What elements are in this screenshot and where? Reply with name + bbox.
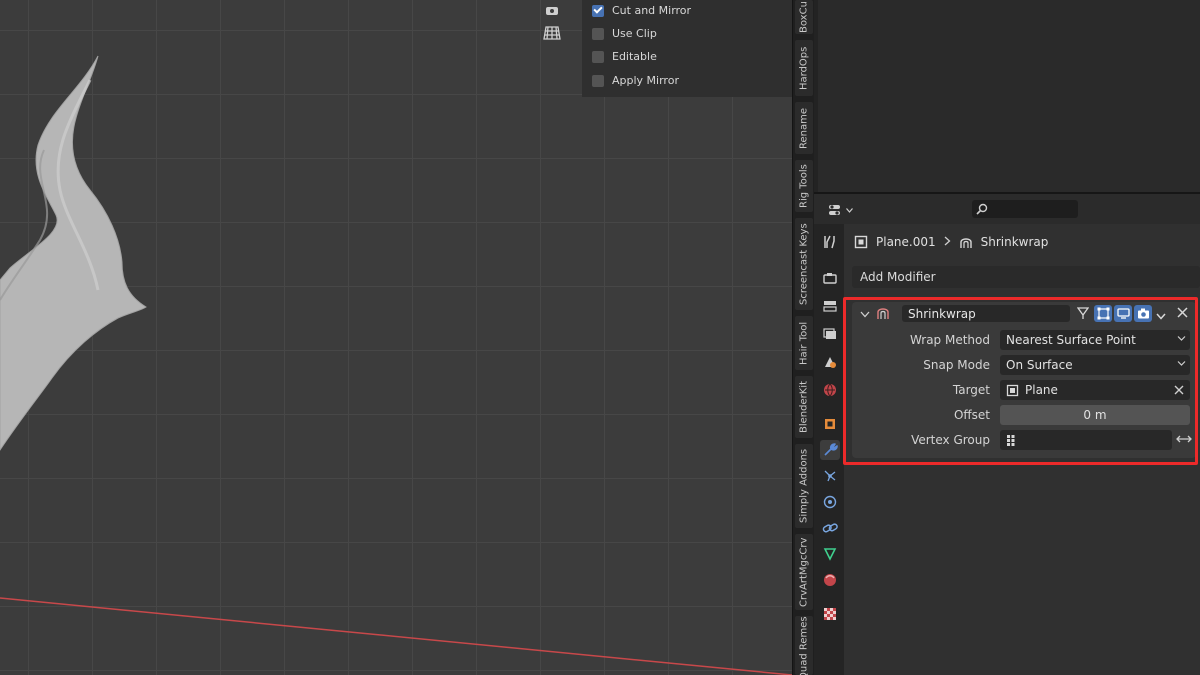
target-row: Target Plane (852, 380, 1196, 400)
option-editable[interactable]: Editable (592, 50, 657, 63)
tab-quad-remesh[interactable]: Quad Remesh (795, 616, 813, 675)
area-divider[interactable] (814, 0, 818, 192)
object-tab-icon[interactable] (820, 414, 840, 434)
object-icon (1006, 384, 1019, 396)
shrinkwrap-icon (876, 305, 890, 323)
option-label: Cut and Mirror (612, 4, 692, 17)
chevron-down-icon (845, 207, 853, 213)
target-label: Target (952, 383, 990, 397)
option-use-clip[interactable]: Use Clip (592, 27, 657, 40)
offset-label: Offset (953, 408, 990, 422)
tool-tab-icon[interactable] (820, 232, 840, 252)
checkbox-unchecked[interactable] (592, 50, 604, 63)
scene-overlay (0, 55, 792, 675)
offset-row: Offset 0 m (852, 405, 1196, 425)
properties-tabs (814, 224, 844, 675)
option-cut-and-mirror[interactable]: Cut and Mirror (592, 4, 691, 17)
snap-mode-value: On Surface (1006, 358, 1073, 372)
tab-blenderkit[interactable]: BlenderKit (795, 376, 813, 438)
option-label: Editable (612, 50, 657, 63)
option-label: Use Clip (612, 27, 657, 40)
tab-screencast-keys[interactable]: Screencast Keys (795, 218, 813, 310)
invert-vertex-group-icon[interactable] (1176, 433, 1192, 448)
modifier-header: Shrinkwrap (852, 302, 1196, 324)
breadcrumb-separator-icon (944, 235, 951, 249)
properties-search-input[interactable] (972, 200, 1078, 218)
shrinkwrap-modifier-panel: Shrinkwrap Wrap Method Nearest Surface P… (852, 302, 1196, 458)
scene-tab-icon[interactable] (820, 352, 840, 372)
editor-type-menu[interactable] (824, 200, 856, 220)
search-icon (976, 203, 988, 215)
option-label: Apply Mirror (612, 74, 679, 87)
object-icon (854, 235, 868, 249)
add-modifier-button[interactable]: Add Modifier (852, 266, 1200, 288)
vertex-group-row: Vertex Group (852, 430, 1196, 450)
snap-mode-dropdown[interactable]: On Surface (1000, 355, 1190, 375)
outliner-area (814, 0, 1200, 192)
tab-hair-tool[interactable]: Hair Tool (795, 316, 813, 370)
wrap-method-value: Nearest Surface Point (1006, 333, 1136, 347)
material-tab-icon[interactable] (820, 570, 840, 590)
output-tab-icon[interactable] (820, 296, 840, 316)
snap-mode-label: Snap Mode (923, 358, 990, 372)
breadcrumb-modifier[interactable]: Shrinkwrap (981, 235, 1049, 249)
breadcrumb-object[interactable]: Plane.001 (876, 235, 936, 249)
physics-tab-icon[interactable] (820, 492, 840, 512)
constraints-tab-icon[interactable] (820, 518, 840, 538)
tab-simply-addons[interactable]: Simply Addons (795, 444, 813, 528)
vertex-group-label: Vertex Group (911, 433, 990, 447)
modifier-menu-chevron-icon[interactable] (1156, 309, 1166, 323)
tab-rename[interactable]: Rename (795, 102, 813, 154)
checkbox-checked[interactable] (592, 4, 604, 17)
tab-crvartmgccrv[interactable]: CrvArtMgcCrv (795, 534, 813, 610)
world-tab-icon[interactable] (820, 380, 840, 400)
modifier-tab-icon[interactable] (820, 440, 840, 460)
target-value: Plane (1025, 383, 1058, 397)
target-field[interactable]: Plane (1000, 380, 1190, 400)
edit-mode-toggle-icon[interactable] (1094, 305, 1112, 322)
vertex-group-icon (1007, 434, 1015, 446)
offset-input[interactable]: 0 m (1000, 405, 1190, 425)
wrap-method-label: Wrap Method (909, 333, 990, 347)
render-toggle-icon[interactable] (1134, 305, 1152, 322)
snap-mode-row: Snap Mode On Surface (852, 355, 1196, 375)
data-tab-icon[interactable] (820, 544, 840, 564)
chevron-down-icon (1177, 361, 1186, 366)
breadcrumb: Plane.001 Shrinkwrap (854, 232, 1048, 252)
operator-options-panel: Cut and Mirror Use Clip Editable Apply M… (582, 0, 792, 97)
camera-view-icon[interactable] (540, 0, 564, 22)
vertex-group-field[interactable] (1000, 430, 1172, 450)
wrap-method-dropdown[interactable]: Nearest Surface Point (1000, 330, 1190, 350)
viewport-toggle-icon[interactable] (1114, 305, 1132, 322)
view-layer-tab-icon[interactable] (820, 324, 840, 344)
option-apply-mirror[interactable]: Apply Mirror (592, 74, 679, 87)
clear-target-icon[interactable] (1174, 385, 1184, 395)
render-tab-icon[interactable] (820, 268, 840, 288)
collapse-chevron-icon[interactable] (860, 307, 870, 321)
properties-editor-icon (828, 205, 840, 215)
grid-view-icon[interactable] (540, 22, 564, 44)
on-cage-toggle-icon[interactable] (1074, 305, 1092, 322)
shrinkwrap-icon (959, 238, 972, 248)
modifier-name-field[interactable]: Shrinkwrap (902, 305, 1070, 322)
close-icon[interactable] (1177, 307, 1188, 321)
texture-tab-icon[interactable] (820, 604, 840, 624)
checkbox-unchecked[interactable] (592, 74, 604, 87)
tab-rig-tools[interactable]: Rig Tools (795, 160, 813, 212)
3d-viewport[interactable]: Cut and Mirror Use Clip Editable Apply M… (0, 0, 792, 675)
properties-editor: Plane.001 Shrinkwrap Add Modifier Shrink… (814, 192, 1200, 675)
properties-header (814, 194, 1200, 224)
chevron-down-icon (1177, 336, 1186, 341)
particles-tab-icon[interactable] (820, 466, 840, 486)
wrap-method-row: Wrap Method Nearest Surface Point (852, 330, 1196, 350)
tab-boxcutter[interactable]: BoxCu (795, 0, 813, 34)
x-axis-line (0, 597, 792, 675)
tab-hardops[interactable]: HardOps (795, 40, 813, 96)
sidebar-tabs: BoxCu HardOps Rename Rig Tools Screencas… (792, 0, 814, 675)
checkbox-unchecked[interactable] (592, 27, 604, 40)
